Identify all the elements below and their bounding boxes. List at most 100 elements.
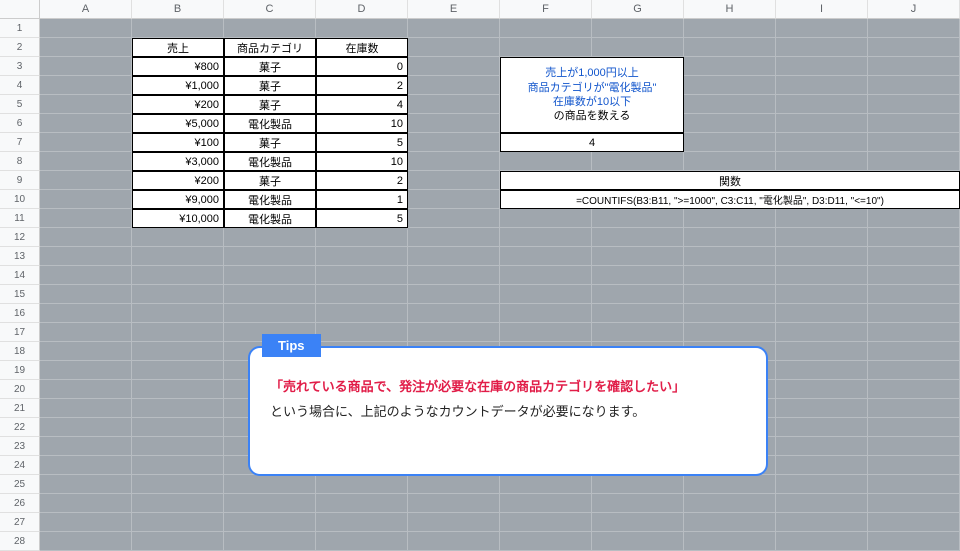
table-cell-category[interactable]: 菓子 xyxy=(224,171,316,190)
cell[interactable] xyxy=(776,532,868,551)
table-cell-category[interactable]: 電化製品 xyxy=(224,114,316,133)
table-cell-sales[interactable]: ¥800 xyxy=(132,57,224,76)
cell[interactable] xyxy=(776,456,868,475)
cell[interactable] xyxy=(868,323,960,342)
table-cell-sales[interactable]: ¥200 xyxy=(132,95,224,114)
row-header[interactable]: 13 xyxy=(0,247,40,266)
cell[interactable] xyxy=(592,228,684,247)
cell[interactable] xyxy=(40,57,132,76)
cell[interactable] xyxy=(776,494,868,513)
cell[interactable] xyxy=(776,437,868,456)
cell[interactable] xyxy=(40,266,132,285)
cell[interactable] xyxy=(408,38,500,57)
cell[interactable] xyxy=(316,247,408,266)
cell[interactable] xyxy=(868,475,960,494)
cell[interactable] xyxy=(684,95,776,114)
row-header[interactable]: 26 xyxy=(0,494,40,513)
function-formula[interactable]: =COUNTIFS(B3:B11, ">=1000", C3:C11, "電化製… xyxy=(500,190,960,209)
cell[interactable] xyxy=(776,209,868,228)
cell[interactable] xyxy=(40,114,132,133)
cell[interactable] xyxy=(868,418,960,437)
cell[interactable] xyxy=(868,361,960,380)
cell[interactable] xyxy=(500,285,592,304)
cell[interactable] xyxy=(684,247,776,266)
cell[interactable] xyxy=(224,304,316,323)
cell[interactable] xyxy=(408,266,500,285)
table-cell-sales[interactable]: ¥10,000 xyxy=(132,209,224,228)
cell[interactable] xyxy=(500,513,592,532)
row-header[interactable]: 16 xyxy=(0,304,40,323)
cell[interactable] xyxy=(776,399,868,418)
cell[interactable] xyxy=(684,304,776,323)
cell[interactable] xyxy=(40,532,132,551)
table-header[interactable]: 商品カテゴリ xyxy=(224,38,316,57)
cell[interactable] xyxy=(40,418,132,437)
cell[interactable] xyxy=(684,133,776,152)
cell[interactable] xyxy=(408,76,500,95)
cell[interactable] xyxy=(684,152,776,171)
cell[interactable] xyxy=(684,323,776,342)
cell[interactable] xyxy=(316,228,408,247)
cell[interactable] xyxy=(408,475,500,494)
table-cell-sales[interactable]: ¥3,000 xyxy=(132,152,224,171)
table-cell-stock[interactable]: 0 xyxy=(316,57,408,76)
cell[interactable] xyxy=(868,532,960,551)
cell[interactable] xyxy=(868,133,960,152)
cell[interactable] xyxy=(684,114,776,133)
cell[interactable] xyxy=(132,513,224,532)
cell[interactable] xyxy=(776,76,868,95)
row-header[interactable]: 8 xyxy=(0,152,40,171)
cell[interactable] xyxy=(408,57,500,76)
cell[interactable] xyxy=(132,532,224,551)
cell[interactable] xyxy=(316,304,408,323)
row-header[interactable]: 19 xyxy=(0,361,40,380)
table-cell-stock[interactable]: 2 xyxy=(316,76,408,95)
cell[interactable] xyxy=(40,209,132,228)
cell[interactable] xyxy=(684,532,776,551)
table-cell-stock[interactable]: 5 xyxy=(316,133,408,152)
cell[interactable] xyxy=(408,171,500,190)
cell[interactable] xyxy=(868,228,960,247)
cell[interactable] xyxy=(592,494,684,513)
cell[interactable] xyxy=(408,114,500,133)
cell[interactable] xyxy=(684,19,776,38)
table-header[interactable]: 在庫数 xyxy=(316,38,408,57)
cell[interactable] xyxy=(592,475,684,494)
cell[interactable] xyxy=(776,57,868,76)
cell[interactable] xyxy=(776,114,868,133)
cell[interactable] xyxy=(500,532,592,551)
cell[interactable] xyxy=(40,171,132,190)
cell[interactable] xyxy=(592,152,684,171)
cell[interactable] xyxy=(500,266,592,285)
cell[interactable] xyxy=(316,19,408,38)
cell[interactable] xyxy=(776,19,868,38)
cell[interactable] xyxy=(868,114,960,133)
cell[interactable] xyxy=(776,266,868,285)
row-header[interactable]: 1 xyxy=(0,19,40,38)
cell[interactable] xyxy=(592,38,684,57)
cell[interactable] xyxy=(132,285,224,304)
cell[interactable] xyxy=(868,285,960,304)
cell[interactable] xyxy=(408,190,500,209)
cell[interactable] xyxy=(40,247,132,266)
table-cell-category[interactable]: 電化製品 xyxy=(224,152,316,171)
cell[interactable] xyxy=(408,285,500,304)
cell[interactable] xyxy=(868,399,960,418)
cell[interactable] xyxy=(684,266,776,285)
cell[interactable] xyxy=(776,285,868,304)
column-header[interactable]: J xyxy=(868,0,960,19)
column-header[interactable]: H xyxy=(684,0,776,19)
cell[interactable] xyxy=(868,304,960,323)
cell[interactable] xyxy=(776,38,868,57)
cell[interactable] xyxy=(776,380,868,399)
row-header[interactable]: 18 xyxy=(0,342,40,361)
cell[interactable] xyxy=(868,342,960,361)
cell[interactable] xyxy=(40,152,132,171)
cell[interactable] xyxy=(132,494,224,513)
row-header[interactable]: 3 xyxy=(0,57,40,76)
table-cell-stock[interactable]: 10 xyxy=(316,152,408,171)
cell[interactable] xyxy=(224,228,316,247)
cell[interactable] xyxy=(868,152,960,171)
cell[interactable] xyxy=(224,513,316,532)
cell[interactable] xyxy=(500,19,592,38)
